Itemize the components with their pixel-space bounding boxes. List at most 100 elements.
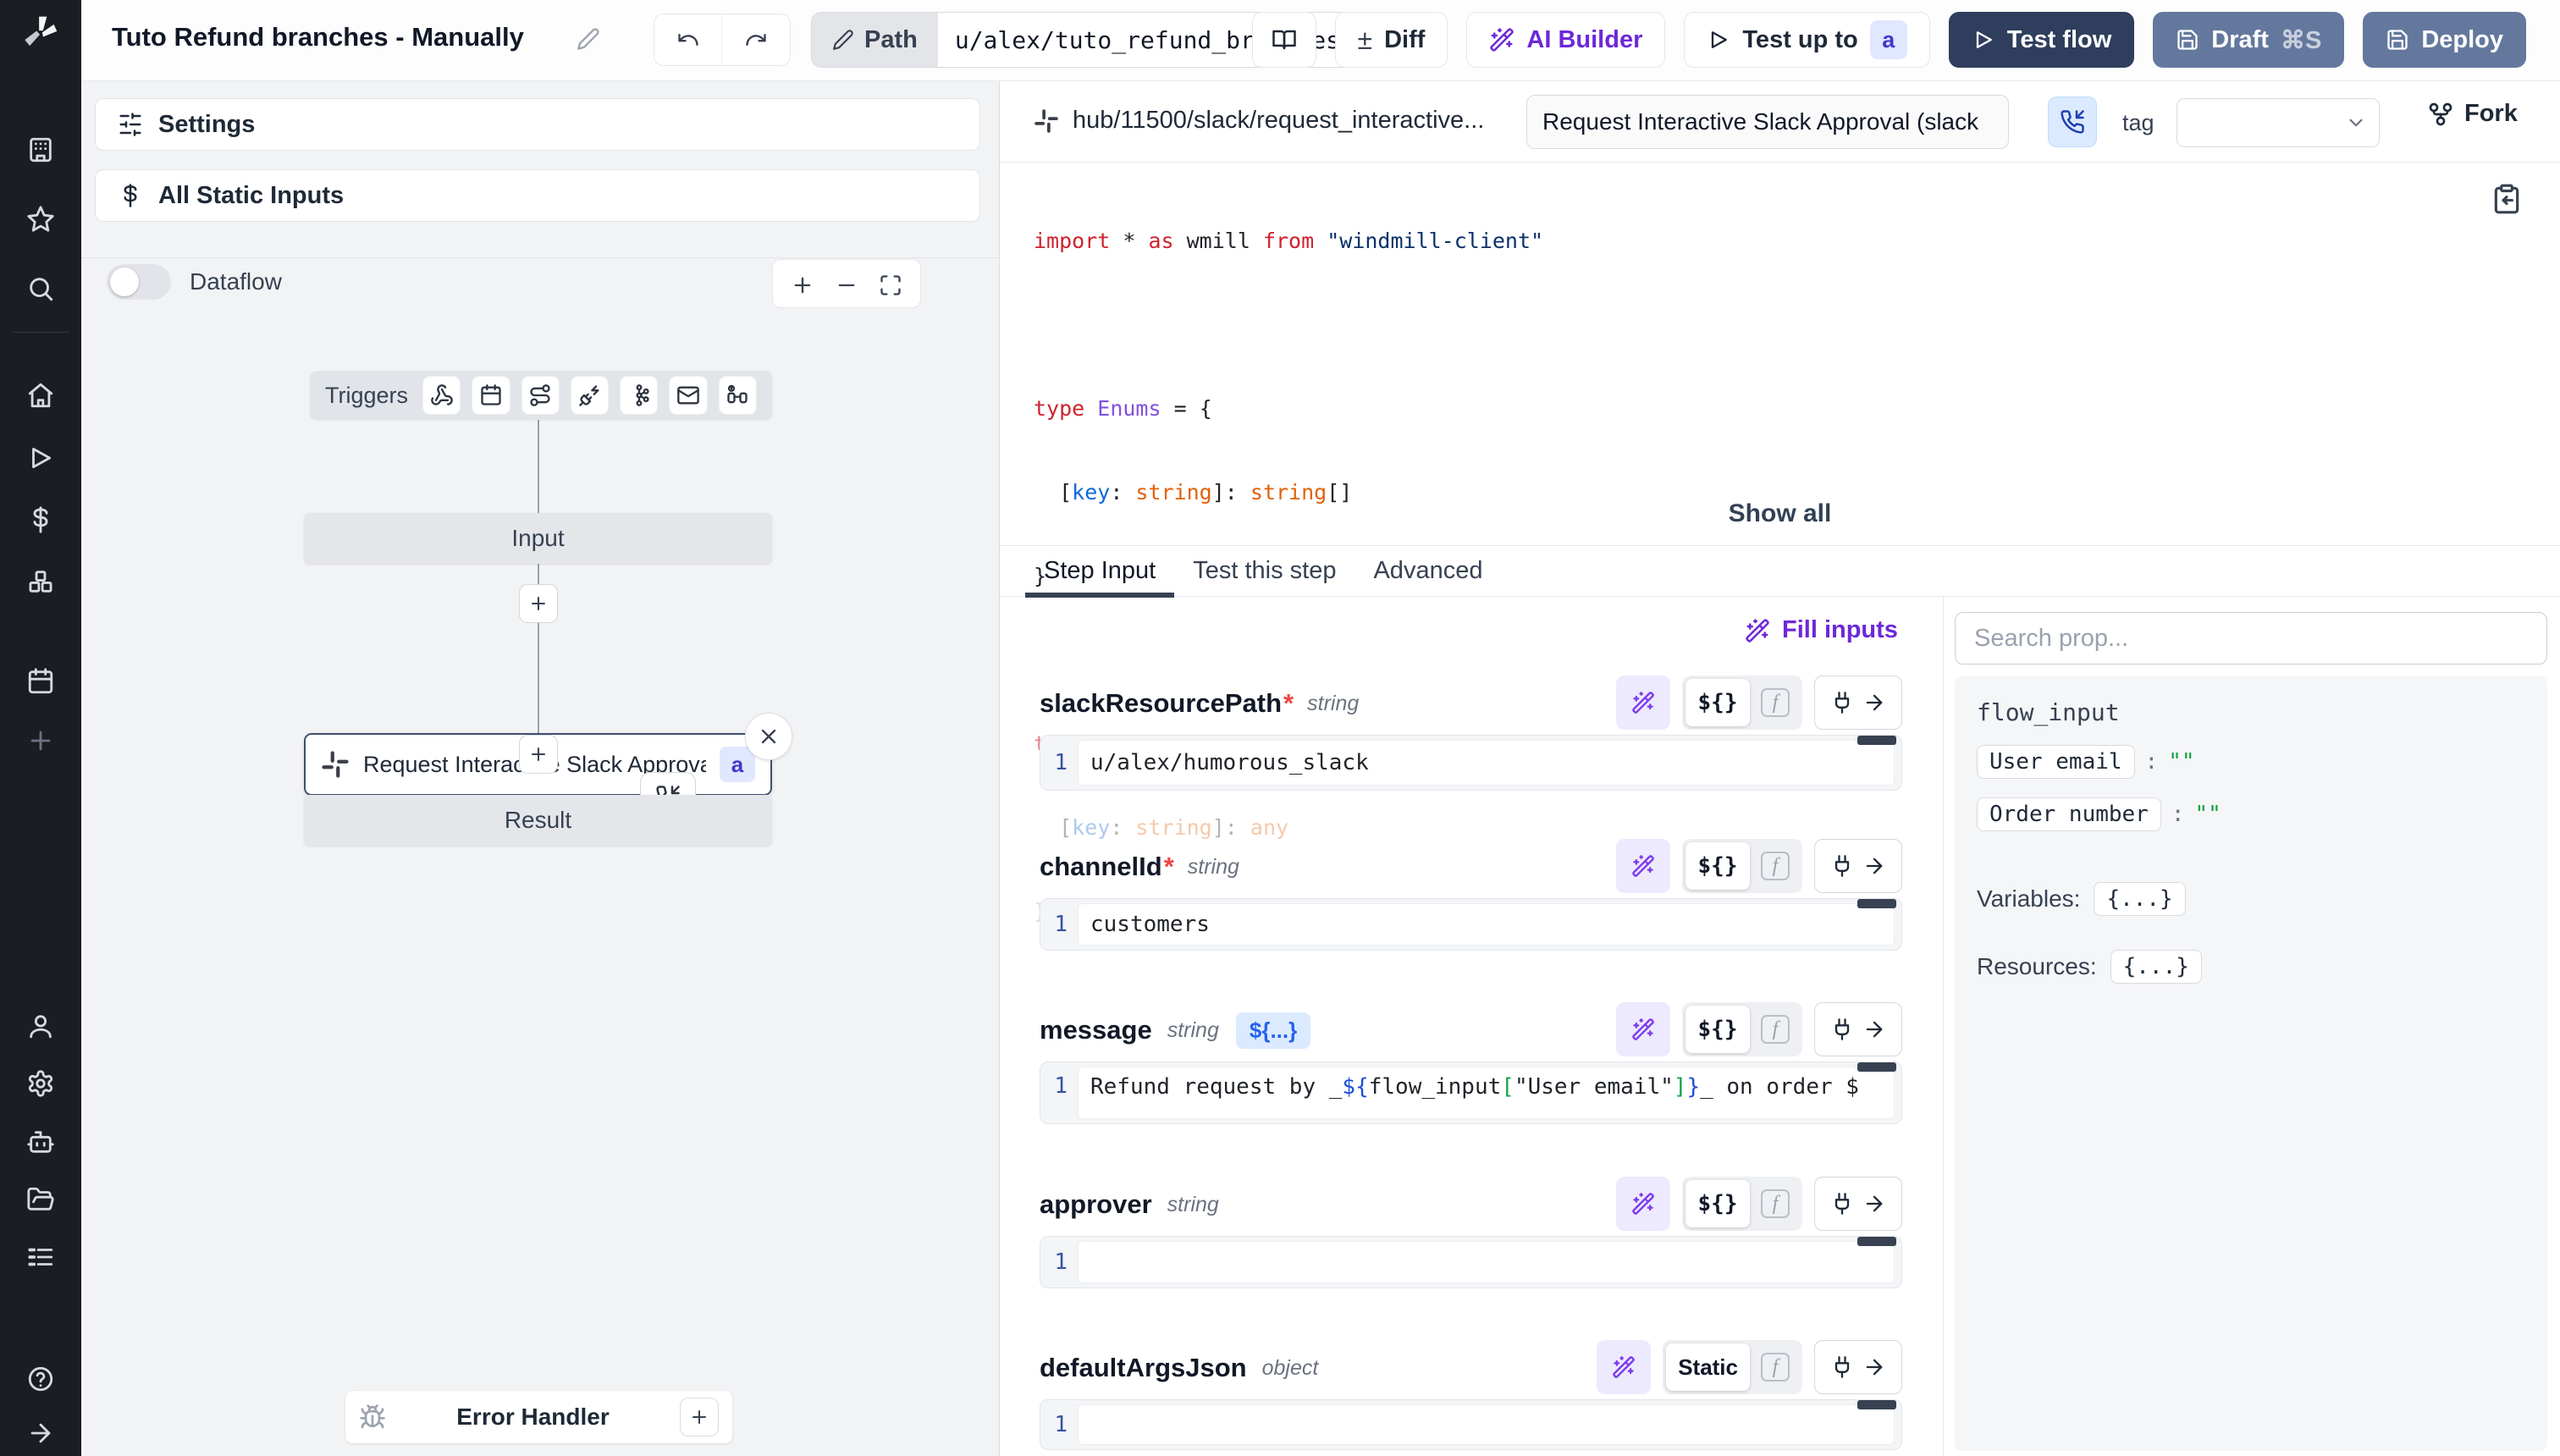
editor-content[interactable]: u/alex/humorous_slack xyxy=(1078,740,1895,786)
folders-icon[interactable] xyxy=(26,1185,55,1214)
connect-input-button[interactable] xyxy=(1814,676,1902,730)
prop-pill-user-email[interactable]: User email xyxy=(1977,745,2135,779)
ai-suggest-button[interactable] xyxy=(1597,1340,1651,1394)
add-step-button-top[interactable] xyxy=(519,584,558,623)
diff-button[interactable]: ± Diff xyxy=(1335,12,1448,68)
line-number: 1 xyxy=(1040,750,1078,775)
undo-button[interactable] xyxy=(654,14,722,65)
runs-icon[interactable] xyxy=(26,444,55,472)
connect-input-button[interactable] xyxy=(1814,839,1902,893)
websocket-trigger-icon[interactable] xyxy=(571,376,609,415)
mode-template-button[interactable]: ${} xyxy=(1686,842,1750,890)
mode-static-button[interactable]: Static xyxy=(1666,1343,1750,1391)
resources-pill[interactable]: {...} xyxy=(2110,950,2202,984)
mode-template-button[interactable]: ${} xyxy=(1686,679,1750,726)
variables-label: Variables: xyxy=(1977,885,2080,913)
resources-label: Resources: xyxy=(1977,953,2097,980)
editor-content[interactable]: customers xyxy=(1078,903,1895,946)
mode-template-button[interactable]: ${} xyxy=(1686,1006,1750,1053)
zoom-out-button[interactable] xyxy=(829,266,864,301)
add-menu-icon[interactable] xyxy=(26,726,55,755)
fill-inputs-button[interactable]: Fill inputs xyxy=(1745,616,1898,644)
settings-button[interactable]: Settings xyxy=(95,98,980,151)
mode-template-button[interactable]: ${} xyxy=(1686,1180,1750,1227)
webhook-trigger-icon[interactable] xyxy=(422,376,461,415)
field-approver: approver string ${} f 1 xyxy=(1040,1175,1902,1288)
schedules-icon[interactable] xyxy=(26,667,55,696)
favorites-icon[interactable] xyxy=(26,205,55,234)
user-icon[interactable] xyxy=(26,1012,55,1040)
field-editor[interactable]: 1 customers xyxy=(1040,898,1902,951)
redo-button[interactable] xyxy=(722,14,790,65)
ai-suggest-button[interactable] xyxy=(1616,1002,1670,1056)
editor-scrollbar[interactable] xyxy=(1857,1400,1896,1409)
schedule-trigger-icon[interactable] xyxy=(472,376,510,415)
tab-step-input[interactable]: Step Input xyxy=(1025,546,1174,596)
test-flow-button[interactable]: Test flow xyxy=(1949,12,2135,68)
deploy-button[interactable]: Deploy xyxy=(2363,12,2526,68)
input-node[interactable]: Input xyxy=(304,513,772,564)
resources-icon[interactable] xyxy=(26,567,55,596)
help-icon[interactable] xyxy=(26,1365,55,1393)
mode-function-button[interactable]: f xyxy=(1752,1343,1799,1391)
field-editor[interactable]: 1 Refund request by _${flow_input["User … xyxy=(1040,1062,1902,1124)
windmill-logo-icon[interactable] xyxy=(22,14,59,51)
result-node[interactable]: Result xyxy=(304,795,772,846)
editor-content[interactable] xyxy=(1078,1241,1895,1283)
connect-input-button[interactable] xyxy=(1814,1340,1902,1394)
test-up-to-button[interactable]: Test up to a xyxy=(1684,12,1929,68)
error-handler-node[interactable]: Error Handler xyxy=(345,1391,732,1443)
editor-scrollbar[interactable] xyxy=(1857,736,1896,745)
fit-view-button[interactable] xyxy=(873,266,908,301)
search-prop-input[interactable] xyxy=(1955,612,2547,665)
ai-suggest-button[interactable] xyxy=(1616,676,1670,730)
step-summary-input[interactable] xyxy=(1526,95,2009,149)
home-icon[interactable] xyxy=(26,381,55,410)
editor-content[interactable] xyxy=(1078,1404,1895,1445)
ai-suggest-button[interactable] xyxy=(1616,1177,1670,1231)
mode-function-button[interactable]: f xyxy=(1752,1006,1799,1053)
remove-step-button[interactable] xyxy=(745,713,792,760)
scheduled-poll-trigger-icon[interactable] xyxy=(719,376,757,415)
settings-gear-icon[interactable] xyxy=(26,1069,55,1098)
field-slackResourcePath: slackResourcePath* string ${} f 1 u/alex… xyxy=(1040,674,1902,791)
email-trigger-icon[interactable] xyxy=(669,376,707,415)
triggers-node[interactable]: Triggers xyxy=(310,371,772,420)
field-editor[interactable]: 1 u/alex/humorous_slack xyxy=(1040,735,1902,791)
field-editor[interactable]: 1 xyxy=(1040,1236,1902,1288)
http-route-trigger-icon[interactable] xyxy=(521,376,560,415)
mode-function-button[interactable]: f xyxy=(1752,842,1799,890)
hub-script-path[interactable]: hub/11500/slack/request_interactive... xyxy=(1034,107,1484,135)
search-icon[interactable] xyxy=(26,274,55,303)
dataflow-toggle[interactable] xyxy=(107,264,171,300)
mode-function-button[interactable]: f xyxy=(1752,679,1799,726)
variables-pill[interactable]: {...} xyxy=(2094,882,2185,916)
connect-input-button[interactable] xyxy=(1814,1177,1902,1231)
editor-scrollbar[interactable] xyxy=(1857,899,1896,908)
tab-test-this-step[interactable]: Test this step xyxy=(1174,546,1354,596)
mode-function-button[interactable]: f xyxy=(1752,1180,1799,1227)
variables-icon[interactable] xyxy=(26,505,55,534)
edit-title-icon[interactable] xyxy=(577,27,600,51)
field-editor[interactable]: 1 xyxy=(1040,1399,1902,1450)
editor-content[interactable]: Refund request by _${flow_input["User em… xyxy=(1078,1067,1895,1119)
audit-list-icon[interactable] xyxy=(26,1243,55,1271)
expand-sidebar-icon[interactable] xyxy=(26,1419,55,1448)
ai-bot-icon[interactable] xyxy=(26,1128,55,1156)
editor-scrollbar[interactable] xyxy=(1857,1062,1896,1072)
tab-advanced[interactable]: Advanced xyxy=(1354,546,1501,596)
ai-builder-button[interactable]: AI Builder xyxy=(1466,12,1665,68)
path-edit-button[interactable]: Path xyxy=(812,13,938,67)
workspace-icon[interactable] xyxy=(26,135,55,164)
all-static-inputs-button[interactable]: All Static Inputs xyxy=(95,169,980,222)
ai-suggest-button[interactable] xyxy=(1616,839,1670,893)
kafka-trigger-icon[interactable] xyxy=(620,376,658,415)
draft-button[interactable]: Draft ⌘S xyxy=(2153,12,2344,68)
prop-pill-order-number[interactable]: Order number xyxy=(1977,797,2161,831)
add-error-handler-button[interactable] xyxy=(680,1398,719,1437)
docs-button[interactable] xyxy=(1252,12,1316,68)
zoom-in-button[interactable] xyxy=(785,266,820,301)
add-step-button-bottom[interactable] xyxy=(519,735,558,774)
editor-scrollbar[interactable] xyxy=(1857,1237,1896,1246)
connect-input-button[interactable] xyxy=(1814,1002,1902,1056)
